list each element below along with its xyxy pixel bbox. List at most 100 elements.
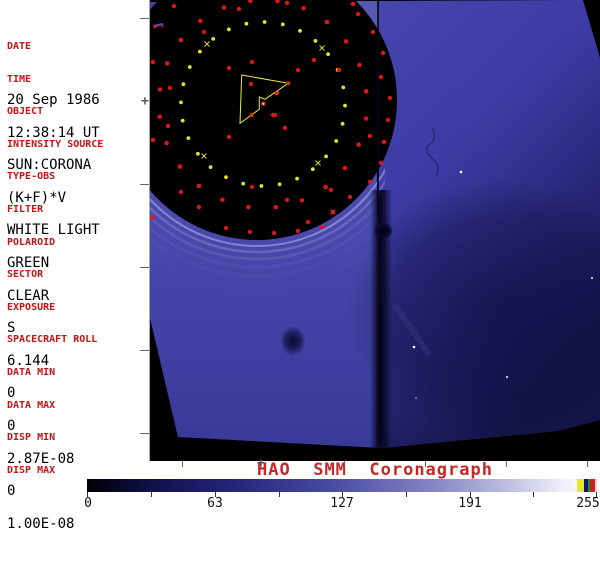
colorbar-tick-label: 63: [207, 496, 223, 511]
star-speck: [459, 170, 463, 174]
left-axis-tick: [140, 267, 149, 268]
calibration-ring-dot: [357, 62, 362, 68]
calibration-dot: [284, 0, 290, 6]
calibration-ring-dot: [363, 116, 369, 121]
calibration-dot: [295, 228, 301, 234]
calibration-ring-dot: [356, 142, 361, 147]
calibration-dot: [387, 95, 393, 101]
colorbar-tick: [533, 492, 534, 497]
bottom-axis-tick: [344, 461, 345, 467]
calibration-dot: [201, 29, 207, 35]
star-speck: [415, 397, 417, 399]
coronagraph-image: [150, 0, 600, 461]
calibration-dot: [196, 204, 202, 210]
calibration-dot: [385, 117, 391, 123]
flag-vertex-dot: [274, 91, 279, 96]
flag-vertex-dot: [286, 81, 291, 86]
calibration-ring-dot: [177, 164, 183, 169]
calibration-dot: [381, 139, 387, 145]
calibration-ring-dot: [295, 176, 299, 181]
colorbar-tick-label: 191: [458, 496, 482, 511]
calibration-ring-dot: [273, 204, 278, 210]
calibration-ring-dot: [165, 61, 170, 66]
calibration-ring-dot: [221, 5, 227, 10]
calibration-dot: [380, 50, 386, 56]
left-axis-tick: [140, 184, 149, 185]
calibration-dot: [248, 81, 254, 87]
colorbar-tick: [151, 492, 152, 497]
calibration-ring-dot: [187, 65, 192, 69]
calibration-ring-dot: [334, 139, 339, 143]
calibration-ring-dot: [198, 49, 202, 54]
calibration-ring-dot: [342, 165, 348, 171]
calibration-ring-dot: [157, 87, 163, 92]
calibration-dot: [247, 229, 253, 235]
calibration-dot: [150, 215, 156, 221]
coronagraph-viewer-window: DATE 20 Sep 1986 TIME 12:38:14 UT OBJECT…: [0, 0, 600, 532]
bottom-axis-tick: [182, 461, 183, 467]
calibration-dot: [171, 3, 177, 9]
calibration-dot: [355, 11, 361, 17]
calibration-ring-dot: [363, 89, 369, 94]
colorbar-tick-label: 0: [84, 496, 92, 511]
calibration-dot: [319, 224, 325, 230]
calibration-dot: [165, 123, 171, 129]
calibration-dot: [367, 179, 373, 185]
calibration-ring-dot: [208, 165, 213, 170]
calibration-ring-dot: [157, 114, 163, 119]
calibration-ring-dot: [198, 18, 203, 24]
star-speck: [412, 345, 416, 349]
calibration-dot: [270, 112, 276, 118]
calibration-ring-dot: [259, 184, 264, 188]
calibration-ring-dot: [211, 37, 216, 41]
calibration-ring-dot: [164, 140, 169, 146]
calibration-dot: [226, 134, 232, 140]
calibration-ring-dot: [313, 39, 318, 43]
calibration-ring-dot: [262, 20, 267, 24]
calibration-dot: [167, 85, 173, 91]
colorbar-tick: [279, 492, 280, 497]
dust-blob: [280, 326, 306, 356]
calibration-ring-dot: [343, 39, 349, 44]
left-axis-plus-mark: +: [141, 94, 149, 109]
calibration-ring-dot: [224, 175, 228, 180]
calibration-dot: [249, 59, 255, 65]
calibration-dot: [178, 189, 184, 195]
calibration-dot: [150, 137, 156, 143]
calibration-ring-dot: [220, 197, 225, 202]
bottom-axis-tick: [587, 461, 588, 467]
calibration-ring-dot: [298, 28, 302, 33]
calibration-dot: [295, 67, 301, 73]
left-axis-tick: [140, 433, 149, 434]
colorbar-end-stripe: [577, 479, 584, 492]
calibration-ring-dot: [324, 19, 330, 25]
calibration-dot: [336, 67, 342, 73]
calibration-dot: [223, 225, 229, 231]
calibration-ring-dot: [277, 182, 282, 187]
calibration-ring-dot: [310, 167, 315, 172]
calibration-dot: [370, 29, 376, 35]
calibration-dot: [226, 65, 232, 71]
calibration-ring-dot: [341, 85, 346, 90]
colorbar-end-stripe: [595, 479, 597, 492]
image-title: HAO SMM Coronagraph: [257, 460, 493, 480]
calibration-ring-dot: [326, 52, 330, 57]
star-speck: [591, 277, 593, 279]
calibration-dot: [249, 184, 255, 190]
calibration-dot: [271, 230, 277, 236]
calibration-ring-dot: [299, 198, 305, 203]
calibration-ring-dot: [301, 6, 306, 11]
pylon-blob: [373, 222, 393, 240]
calibration-dot: [150, 59, 156, 65]
metadata-field-label: DISP MAX: [7, 465, 56, 476]
calibration-ring-dot: [340, 121, 345, 126]
bottom-axis-plus-mark: +: [257, 456, 265, 471]
calibration-dot: [282, 125, 288, 131]
calibration-dot: [305, 219, 311, 225]
calibration-dot: [367, 133, 373, 139]
calibration-ring-dot: [323, 184, 328, 190]
calibration-dot: [378, 74, 384, 80]
calibration-ring-dot: [241, 181, 246, 186]
metadata-field-value: 1.00E-08: [7, 516, 75, 532]
calibration-ring-dot: [178, 37, 184, 43]
